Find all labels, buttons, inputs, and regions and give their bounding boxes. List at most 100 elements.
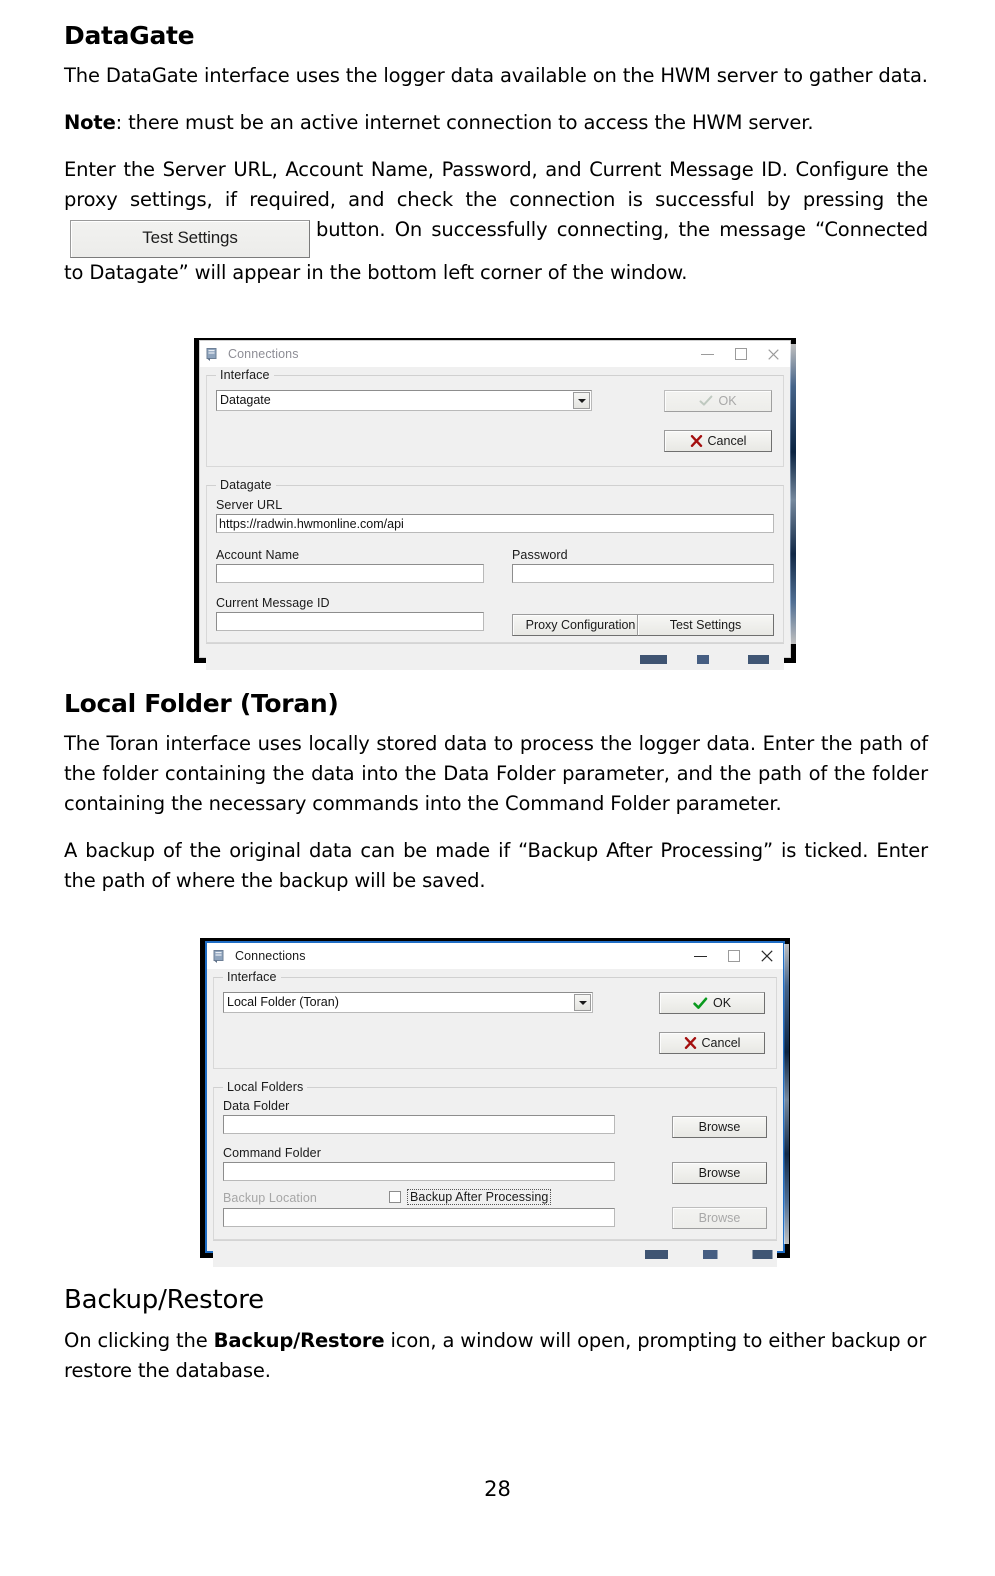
cancel-button[interactable]: Cancel xyxy=(659,1032,765,1054)
screenshot-toran-connections-window: Connections Interface Local Folder (Tora… xyxy=(200,938,790,1267)
local-folders-group: Local Folders Data Folder Browse Command… xyxy=(213,1080,777,1240)
server-url-field-wrap: Server URL https://radwin.hwmonline.com/… xyxy=(216,498,774,533)
cancel-button[interactable]: Cancel xyxy=(664,430,772,452)
window-controls xyxy=(691,342,790,366)
app-window-icon xyxy=(205,347,220,362)
interface-group: Interface Local Folder (Toran) OK Cancel xyxy=(213,970,777,1069)
current-message-id-input[interactable] xyxy=(216,612,484,631)
maximize-icon[interactable] xyxy=(724,342,757,366)
proxy-configuration-button[interactable]: Proxy Configuration xyxy=(512,614,649,636)
interface-group-legend: Interface xyxy=(216,368,274,382)
ok-button-label: OK xyxy=(718,394,737,408)
titlebar: Connections xyxy=(200,341,790,367)
page-number: 28 xyxy=(484,1477,511,1501)
account-name-field-wrap: Account Name xyxy=(216,548,484,583)
connections-window-toran: Connections Interface Local Folder (Tora… xyxy=(205,941,785,1267)
statusbar xyxy=(206,643,784,670)
document-body-backup-restore: Backup/Restore On clicking the Backup/Re… xyxy=(64,1286,928,1403)
heading-datagate: DataGate xyxy=(64,21,195,50)
command-folder-field-wrap: Command Folder xyxy=(223,1146,615,1181)
paragraph-datagate-instructions: Enter the Server URL, Account Name, Pass… xyxy=(64,155,928,288)
data-folder-input[interactable] xyxy=(223,1115,615,1134)
client-area: Interface Local Folder (Toran) OK Cancel… xyxy=(207,969,783,1240)
interface-combobox[interactable]: Local Folder (Toran) xyxy=(223,992,593,1013)
document-page: DataGate The DataGate interface uses the… xyxy=(0,0,995,1576)
paragraph-datagate-note: Note: there must be an active internet c… xyxy=(64,108,928,138)
local-folders-group-legend: Local Folders xyxy=(223,1080,308,1094)
statusbar xyxy=(213,1240,777,1267)
cross-icon xyxy=(690,435,703,447)
window-controls xyxy=(684,944,783,968)
ok-button[interactable]: OK xyxy=(664,390,772,412)
backup-after-processing-label: Backup After Processing xyxy=(407,1189,552,1205)
data-folder-field-wrap: Data Folder xyxy=(223,1099,615,1134)
close-icon[interactable] xyxy=(757,342,790,366)
password-label: Password xyxy=(512,548,568,562)
ok-button-label: OK xyxy=(712,996,732,1010)
maximize-icon[interactable] xyxy=(717,944,750,968)
interface-group-legend: Interface xyxy=(223,970,281,984)
backup-location-browse-button[interactable]: Browse xyxy=(672,1207,767,1229)
cross-icon xyxy=(684,1037,697,1049)
data-folder-browse-button[interactable]: Browse xyxy=(672,1116,767,1138)
password-field-wrap: Password xyxy=(512,548,774,583)
proxy-configuration-label: Proxy Configuration xyxy=(525,618,636,632)
interface-combobox[interactable]: Datagate xyxy=(216,390,592,411)
close-icon[interactable] xyxy=(750,944,783,968)
server-url-label: Server URL xyxy=(216,498,283,512)
account-name-label: Account Name xyxy=(216,548,300,562)
message-id-field-wrap: Current Message ID xyxy=(216,596,484,631)
window-title: Connections xyxy=(235,949,306,963)
heading-backup-restore: Backup/Restore xyxy=(64,1285,264,1315)
test-settings-label: Test Settings xyxy=(669,618,742,632)
account-name-input[interactable] xyxy=(216,564,484,583)
datagate-group-legend: Datagate xyxy=(216,478,276,492)
data-folder-browse-label: Browse xyxy=(698,1120,741,1134)
minimize-icon[interactable] xyxy=(684,944,717,968)
cancel-button-label: Cancel xyxy=(701,1036,741,1050)
paragraph-datagate-intro: The DataGate interface uses the logger d… xyxy=(64,63,928,87)
window-title: Connections xyxy=(228,347,299,361)
test-settings-button[interactable]: Test Settings xyxy=(637,614,774,636)
checkbox-box[interactable] xyxy=(389,1191,401,1203)
instructions-text-before-button: Enter the Server URL, Account Name, Pass… xyxy=(64,157,928,211)
note-text: : there must be an active internet conne… xyxy=(115,110,814,134)
interface-combobox-value: Local Folder (Toran) xyxy=(227,995,339,1009)
command-folder-browse-label: Browse xyxy=(698,1166,741,1180)
titlebar: Connections xyxy=(207,943,783,969)
paragraph-toran-intro: The Toran interface uses locally stored … xyxy=(64,731,928,815)
command-folder-label: Command Folder xyxy=(223,1146,321,1160)
interface-combobox-value: Datagate xyxy=(220,393,271,407)
check-icon xyxy=(699,395,713,407)
document-body: DataGate The DataGate interface uses the… xyxy=(64,22,928,305)
document-body-toran: Local Folder (Toran) The Toran interface… xyxy=(64,690,928,913)
chevron-down-icon[interactable] xyxy=(574,994,591,1011)
data-folder-label: Data Folder xyxy=(223,1099,290,1113)
inline-test-settings-button[interactable]: Test Settings xyxy=(70,219,310,258)
connections-window-datagate: Connections Interface Datagate OK Cancel… xyxy=(199,340,791,670)
note-label: Note xyxy=(64,110,116,134)
minimize-icon[interactable] xyxy=(691,342,724,366)
backup-restore-lead: On clicking the xyxy=(64,1328,214,1352)
current-message-id-label: Current Message ID xyxy=(216,596,330,610)
cancel-button-label: Cancel xyxy=(707,434,747,448)
command-folder-input[interactable] xyxy=(223,1162,615,1181)
backup-location-browse-label: Browse xyxy=(698,1211,741,1225)
app-window-icon xyxy=(212,949,227,964)
interface-group: Interface Datagate OK Cancel xyxy=(206,368,784,467)
paragraph-backup-restore: On clicking the Backup/Restore icon, a w… xyxy=(64,1326,928,1386)
backup-location-label: Backup Location xyxy=(223,1191,317,1205)
heading-local-folder-toran: Local Folder (Toran) xyxy=(64,689,339,718)
datagate-group: Datagate Server URL https://radwin.hwmon… xyxy=(206,478,784,643)
chevron-down-icon[interactable] xyxy=(573,392,590,409)
backup-after-processing-checkbox[interactable]: Backup After Processing xyxy=(389,1189,552,1205)
paragraph-toran-backup: A backup of the original data can be mad… xyxy=(64,838,928,892)
check-icon xyxy=(693,997,708,1010)
screenshot-datagate-connections-window: Connections Interface Datagate OK Cancel… xyxy=(194,338,796,670)
backup-location-input[interactable] xyxy=(223,1208,615,1227)
server-url-input[interactable]: https://radwin.hwmonline.com/api xyxy=(216,514,774,533)
backup-restore-term: Backup/Restore xyxy=(213,1328,385,1352)
ok-button[interactable]: OK xyxy=(659,992,765,1014)
password-input[interactable] xyxy=(512,564,774,583)
command-folder-browse-button[interactable]: Browse xyxy=(672,1162,767,1184)
